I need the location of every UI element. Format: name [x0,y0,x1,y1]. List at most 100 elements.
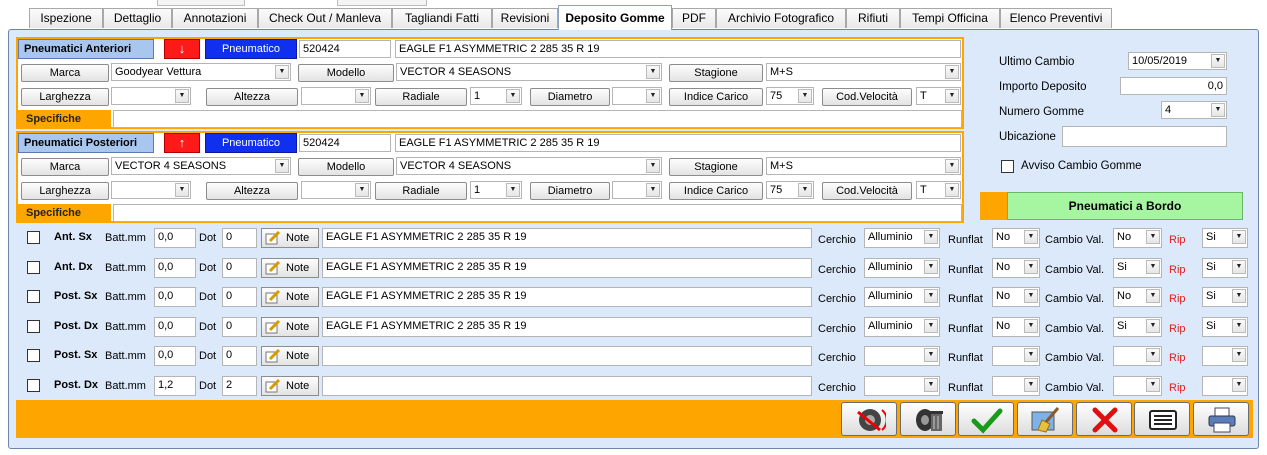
front-altezza-button[interactable]: Altezza [206,88,298,106]
chevron-down-icon[interactable]: ▼ [1024,319,1038,333]
row-select-checkbox[interactable] [27,290,40,303]
row-description-field[interactable]: EAGLE F1 ASYMMETRIC 2 285 35 R 19 [322,287,812,307]
batt-field[interactable]: 0,0 [154,228,196,248]
runflat-select[interactable]: ▼ [992,346,1040,366]
chevron-down-icon[interactable]: ▼ [646,159,660,173]
row-select-checkbox[interactable] [27,320,40,333]
chevron-down-icon[interactable]: ▼ [924,348,938,362]
rear-diametro-select[interactable]: ▼ [612,181,662,199]
front-modello-button[interactable]: Modello [298,64,394,82]
rip-select[interactable]: Si ▼ [1202,287,1248,307]
tab-dettaglio[interactable]: Dettaglio [103,8,172,28]
front-tyre-code-field[interactable]: 520424 [299,40,391,58]
rear-indice-carico-button[interactable]: Indice Carico [669,182,763,200]
front-tyre-description-field[interactable]: EAGLE F1 ASYMMETRIC 2 285 35 R 19 [395,40,961,58]
chevron-down-icon[interactable]: ▼ [1146,348,1160,362]
tire-rotate-button[interactable] [841,402,897,436]
chevron-down-icon[interactable]: ▼ [1232,378,1246,392]
rear-indice-carico-select[interactable]: 75 ▼ [766,181,814,199]
rear-marca-select[interactable]: VECTOR 4 SEASONS ▼ [111,157,291,175]
chevron-down-icon[interactable]: ▼ [1024,230,1038,244]
print-button[interactable] [1193,402,1249,436]
chevron-down-icon[interactable]: ▼ [646,89,660,103]
batt-field[interactable]: 0,0 [154,258,196,278]
runflat-select[interactable]: No ▼ [992,287,1040,307]
row-description-field[interactable] [322,376,812,396]
ultimo-cambio-date-picker[interactable]: 10/05/2019 ▼ [1128,52,1227,70]
ubicazione-field[interactable] [1062,126,1227,147]
rip-select[interactable]: Si ▼ [1202,228,1248,248]
cerchio-select[interactable]: Alluminio ▼ [864,258,940,278]
chevron-down-icon[interactable]: ▼ [1146,378,1160,392]
rear-larghezza-select[interactable]: ▼ [111,181,191,199]
arrow-down-icon[interactable]: ↓ [164,39,200,59]
chevron-down-icon[interactable]: ▼ [506,183,520,197]
rear-modello-select[interactable]: VECTOR 4 SEASONS ▼ [396,157,662,175]
chevron-down-icon[interactable]: ▼ [355,89,369,103]
cerchio-select[interactable]: Alluminio ▼ [864,317,940,337]
batt-field[interactable]: 0,0 [154,346,196,366]
front-marca-button[interactable]: Marca [21,64,109,82]
chevron-down-icon[interactable]: ▼ [945,65,959,79]
rear-specifiche-field[interactable] [113,204,962,222]
front-larghezza-select[interactable]: ▼ [111,87,191,105]
chevron-down-icon[interactable]: ▼ [175,183,189,197]
row-select-checkbox[interactable] [27,349,40,362]
chevron-down-icon[interactable]: ▼ [1146,319,1160,333]
rear-tyre-description-field[interactable]: EAGLE F1 ASYMMETRIC 2 285 35 R 19 [395,134,961,152]
rear-stagione-button[interactable]: Stagione [669,158,763,176]
runflat-select[interactable]: No ▼ [992,317,1040,337]
chevron-down-icon[interactable]: ▼ [924,289,938,303]
chevron-down-icon[interactable]: ▼ [646,183,660,197]
tab-deposito-gomme[interactable]: Deposito Gomme [558,5,672,30]
cerchio-select[interactable]: Alluminio ▼ [864,287,940,307]
rear-larghezza-button[interactable]: Larghezza [21,182,109,200]
chevron-down-icon[interactable]: ▼ [1232,230,1246,244]
runflat-select[interactable]: ▼ [992,376,1040,396]
note-button[interactable]: Note [261,228,319,248]
front-diametro-select[interactable]: ▼ [612,87,662,105]
tab-tagliandi[interactable]: Tagliandi Fatti [392,8,492,28]
chevron-down-icon[interactable]: ▼ [924,319,938,333]
chevron-down-icon[interactable]: ▼ [1232,289,1246,303]
chevron-down-icon[interactable]: ▼ [1024,260,1038,274]
cambio-valvola-select[interactable]: ▼ [1113,376,1162,396]
chevron-down-icon[interactable]: ▼ [646,65,660,79]
confirm-button[interactable] [958,402,1014,436]
rear-tyre-code-field[interactable]: 520424 [299,134,391,152]
cambio-valvola-select[interactable]: ▼ [1113,346,1162,366]
front-pneumatico-button[interactable]: Pneumatico [205,39,297,59]
note-button[interactable]: Note [261,258,319,278]
note-button[interactable]: Note [261,317,319,337]
batt-field[interactable]: 0,0 [154,287,196,307]
chevron-down-icon[interactable]: ▼ [175,89,189,103]
row-description-field[interactable]: EAGLE F1 ASYMMETRIC 2 285 35 R 19 [322,258,812,278]
front-radiale-button[interactable]: Radiale [375,88,467,106]
cambio-valvola-select[interactable]: No ▼ [1113,287,1162,307]
cambio-valvola-select[interactable]: Si ▼ [1113,317,1162,337]
cerchio-select[interactable]: ▼ [864,346,940,366]
chevron-down-icon[interactable]: ▼ [924,378,938,392]
tab-check-out[interactable]: Check Out / Manleva [258,8,392,28]
rear-altezza-button[interactable]: Altezza [206,182,298,200]
cambio-valvola-select[interactable]: No ▼ [1113,228,1162,248]
row-description-field[interactable]: EAGLE F1 ASYMMETRIC 2 285 35 R 19 [322,228,812,248]
note-button[interactable]: Note [261,376,319,396]
chevron-down-icon[interactable]: ▼ [1211,103,1225,117]
chevron-down-icon[interactable]: ▼ [798,183,812,197]
front-diametro-button[interactable]: Diametro [530,88,610,106]
rear-pneumatico-button[interactable]: Pneumatico [205,133,297,153]
tab-ispezione[interactable]: Ispezione [29,8,103,28]
chevron-down-icon[interactable]: ▼ [506,89,520,103]
dot-field[interactable]: 0 [222,258,257,278]
arrow-up-icon[interactable]: ↑ [164,133,200,153]
chevron-down-icon[interactable]: ▼ [1146,230,1160,244]
chevron-down-icon[interactable]: ▼ [798,89,812,103]
tire-trash-button[interactable] [900,402,956,436]
note-button[interactable]: Note [261,346,319,366]
importo-deposito-field[interactable]: 0,0 [1120,77,1227,95]
rip-select[interactable]: Si ▼ [1202,317,1248,337]
clean-button[interactable] [1017,402,1073,436]
chevron-down-icon[interactable]: ▼ [1146,289,1160,303]
front-altezza-select[interactable]: ▼ [301,87,371,105]
